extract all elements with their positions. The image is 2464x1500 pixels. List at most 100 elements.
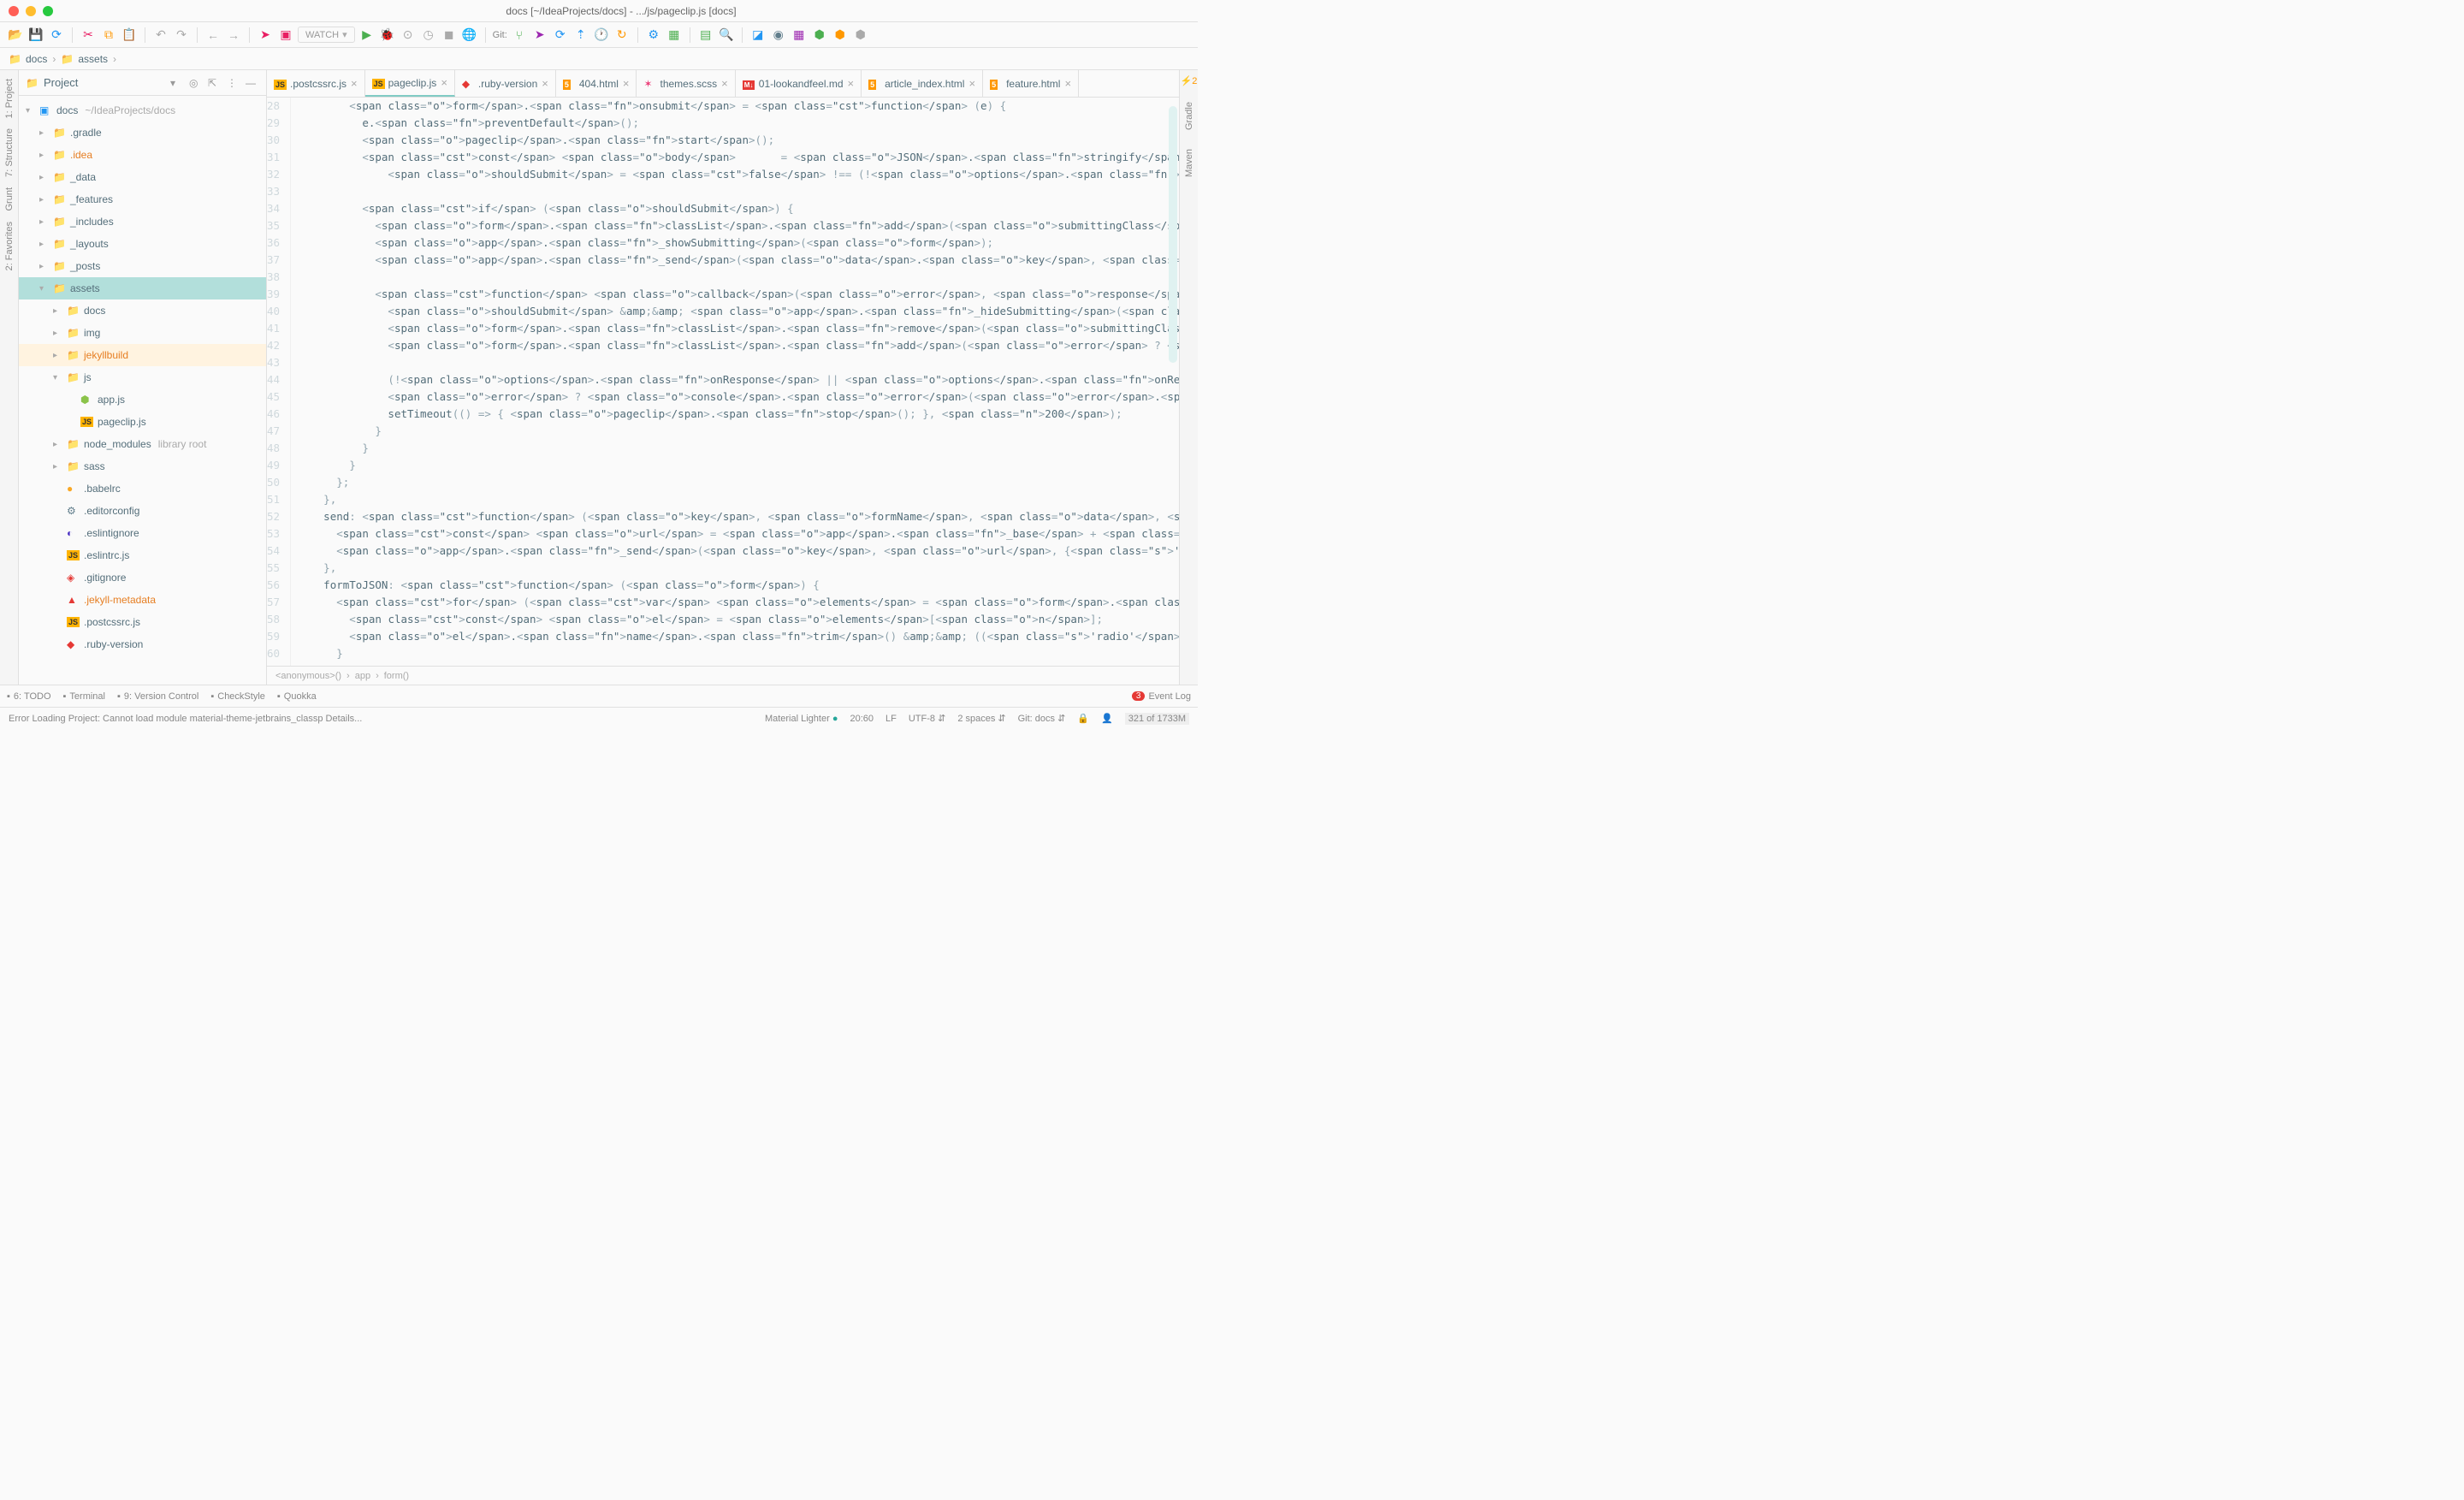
tree-item-_features[interactable]: ▸📁_features (19, 188, 266, 210)
tool-c-icon[interactable]: ▦ (791, 27, 808, 44)
git-push-icon[interactable]: ⇡ (572, 27, 589, 44)
coverage-icon[interactable]: ⊙ (400, 27, 417, 44)
debug-icon[interactable]: 🐞 (379, 27, 396, 44)
tree-item-idea[interactable]: ▸📁.idea (19, 144, 266, 166)
copy-icon[interactable]: ⧉ (100, 27, 117, 44)
back-icon[interactable]: ← (204, 27, 222, 44)
tool-e-icon[interactable]: ⬢ (832, 27, 849, 44)
tree-item-_data[interactable]: ▸📁_data (19, 166, 266, 188)
close-tab-icon[interactable]: × (721, 77, 728, 90)
tool-a-icon[interactable]: ◪ (749, 27, 767, 44)
event-log-button[interactable]: 3 Event Log (1132, 691, 1191, 702)
tree-item-postcssrcjs[interactable]: JS.postcssrc.js (19, 611, 266, 633)
tool-9versioncontrol[interactable]: ▪9: Version Control (117, 691, 198, 702)
tool-structure[interactable]: 7: Structure (4, 123, 15, 182)
cursor-position[interactable]: 20:60 (850, 714, 874, 724)
theme-indicator[interactable]: Material Lighter ● (765, 714, 838, 724)
tree-item-babelrc[interactable]: ●.babelrc (19, 477, 266, 500)
status-message[interactable]: Error Loading Project: Cannot load modul… (9, 714, 362, 724)
git-branch[interactable]: Git: docs ⇵ (1018, 713, 1066, 724)
tree-item-jekyllmetadata[interactable]: ▲.jekyll-metadata (19, 589, 266, 611)
tool-d-icon[interactable]: ⬢ (811, 27, 828, 44)
encoding[interactable]: UTF-8 ⇵ (909, 713, 945, 724)
tree-item-eslintrcjs[interactable]: JS.eslintrc.js (19, 544, 266, 566)
settings-icon[interactable]: ⚙ (645, 27, 662, 44)
tree-item-img[interactable]: ▸📁img (19, 322, 266, 344)
run-config-selector[interactable]: WATCH▾ (298, 27, 355, 43)
maximize-window-button[interactable] (43, 6, 53, 16)
close-tab-icon[interactable]: × (441, 76, 447, 89)
close-tab-icon[interactable]: × (848, 77, 855, 90)
chrome-icon[interactable]: 🌐 (461, 27, 478, 44)
tool-terminal[interactable]: ▪Terminal (63, 691, 105, 702)
tree-item-sass[interactable]: ▸📁sass (19, 455, 266, 477)
tree-item-_includes[interactable]: ▸📁_includes (19, 210, 266, 233)
paste-icon[interactable]: 📋 (121, 27, 138, 44)
cut-icon[interactable]: ✂ (80, 27, 97, 44)
tree-item-gradle[interactable]: ▸📁.gradle (19, 122, 266, 144)
lock-icon[interactable]: 🔒 (1077, 713, 1089, 724)
collapse-icon[interactable]: ⇱ (208, 77, 222, 89)
stop-build-icon[interactable]: ▣ (277, 27, 294, 44)
target-icon[interactable]: ◎ (189, 77, 203, 89)
excel-icon[interactable]: ▤ (697, 27, 714, 44)
maven-tool[interactable]: Maven (1184, 144, 1194, 182)
nav-root[interactable]: docs (26, 53, 47, 65)
tab-01lookandfeelmd[interactable]: M↓01-lookandfeel.md× (736, 70, 862, 97)
tree-item-pageclipjs[interactable]: JSpageclip.js (19, 411, 266, 433)
tree-item-js[interactable]: ▾📁js (19, 366, 266, 388)
tree-item-_layouts[interactable]: ▸📁_layouts (19, 233, 266, 255)
minimize-icon[interactable]: — (246, 77, 259, 89)
tool-quokka[interactable]: ▪Quokka (277, 691, 317, 702)
tool-favorites[interactable]: 2: Favorites (4, 216, 15, 276)
tool-project[interactable]: 1: Project (4, 74, 15, 123)
editor-scrollbar[interactable] (1169, 106, 1177, 363)
tree-root[interactable]: ▾▣ docs ~/IdeaProjects/docs (19, 99, 266, 122)
forward-icon[interactable]: → (225, 27, 242, 44)
tree-item-editorconfig[interactable]: ⚙.editorconfig (19, 500, 266, 522)
gradle-tool[interactable]: Gradle (1184, 97, 1194, 135)
search-icon[interactable]: 🔍 (718, 27, 735, 44)
inspector-icon[interactable]: 👤 (1101, 713, 1113, 724)
tool-6todo[interactable]: ▪6: TODO (7, 691, 51, 702)
stop-icon[interactable]: ◼ (441, 27, 458, 44)
git-history-icon[interactable]: 🕐 (593, 27, 610, 44)
run-icon[interactable]: ▶ (358, 27, 376, 44)
close-window-button[interactable] (9, 6, 19, 16)
tab-pageclipjs[interactable]: JSpageclip.js× (365, 70, 455, 97)
tree-item-node_modules[interactable]: ▸📁node_moduleslibrary root (19, 433, 266, 455)
warning-badge[interactable]: ⚡2 (1179, 74, 1199, 88)
profile-icon[interactable]: ◷ (420, 27, 437, 44)
tree-item-jekyllbuild[interactable]: ▸📁jekyllbuild (19, 344, 266, 366)
close-tab-icon[interactable]: × (351, 77, 358, 90)
close-tab-icon[interactable]: × (623, 77, 630, 90)
tree-item-appjs[interactable]: ⬢app.js (19, 388, 266, 411)
minimize-window-button[interactable] (26, 6, 36, 16)
tab-404html[interactable]: 5404.html× (556, 70, 637, 97)
tool-b-icon[interactable]: ◉ (770, 27, 787, 44)
close-tab-icon[interactable]: × (542, 77, 548, 90)
open-icon[interactable]: 📂 (7, 27, 24, 44)
line-sep[interactable]: LF (886, 714, 897, 724)
more-icon[interactable]: ⋮ (227, 77, 240, 89)
tree-item-_posts[interactable]: ▸📁_posts (19, 255, 266, 277)
redo-icon[interactable]: ↷ (173, 27, 190, 44)
indent[interactable]: 2 spaces ⇵ (957, 713, 1005, 724)
grid-icon[interactable]: ▦ (666, 27, 683, 44)
tree-item-assets[interactable]: ▾📁assets (19, 277, 266, 299)
compile-icon[interactable]: ➤ (257, 27, 274, 44)
tree-item-eslintignore[interactable]: ◐.eslintignore (19, 522, 266, 544)
tool-checkstyle[interactable]: ▪CheckStyle (210, 691, 265, 702)
close-tab-icon[interactable]: × (1064, 77, 1071, 90)
sync-icon[interactable]: ⟳ (48, 27, 65, 44)
tab-themesscss[interactable]: ✶themes.scss× (637, 70, 735, 97)
git-update-icon[interactable]: ⟳ (552, 27, 569, 44)
tab-rubyversion[interactable]: ◆.ruby-version× (455, 70, 556, 97)
tab-postcssrcjs[interactable]: JS.postcssrc.js× (267, 70, 365, 97)
tree-item-rubyversion[interactable]: ◆.ruby-version (19, 633, 266, 655)
memory[interactable]: 321 of 1733M (1125, 713, 1189, 725)
code-editor[interactable]: 2829303132333435363738394041424344454647… (267, 98, 1179, 666)
git-commit-icon[interactable]: ➤ (531, 27, 548, 44)
tab-featurehtml[interactable]: 5feature.html× (983, 70, 1079, 97)
nav-sub[interactable]: assets (78, 53, 108, 65)
